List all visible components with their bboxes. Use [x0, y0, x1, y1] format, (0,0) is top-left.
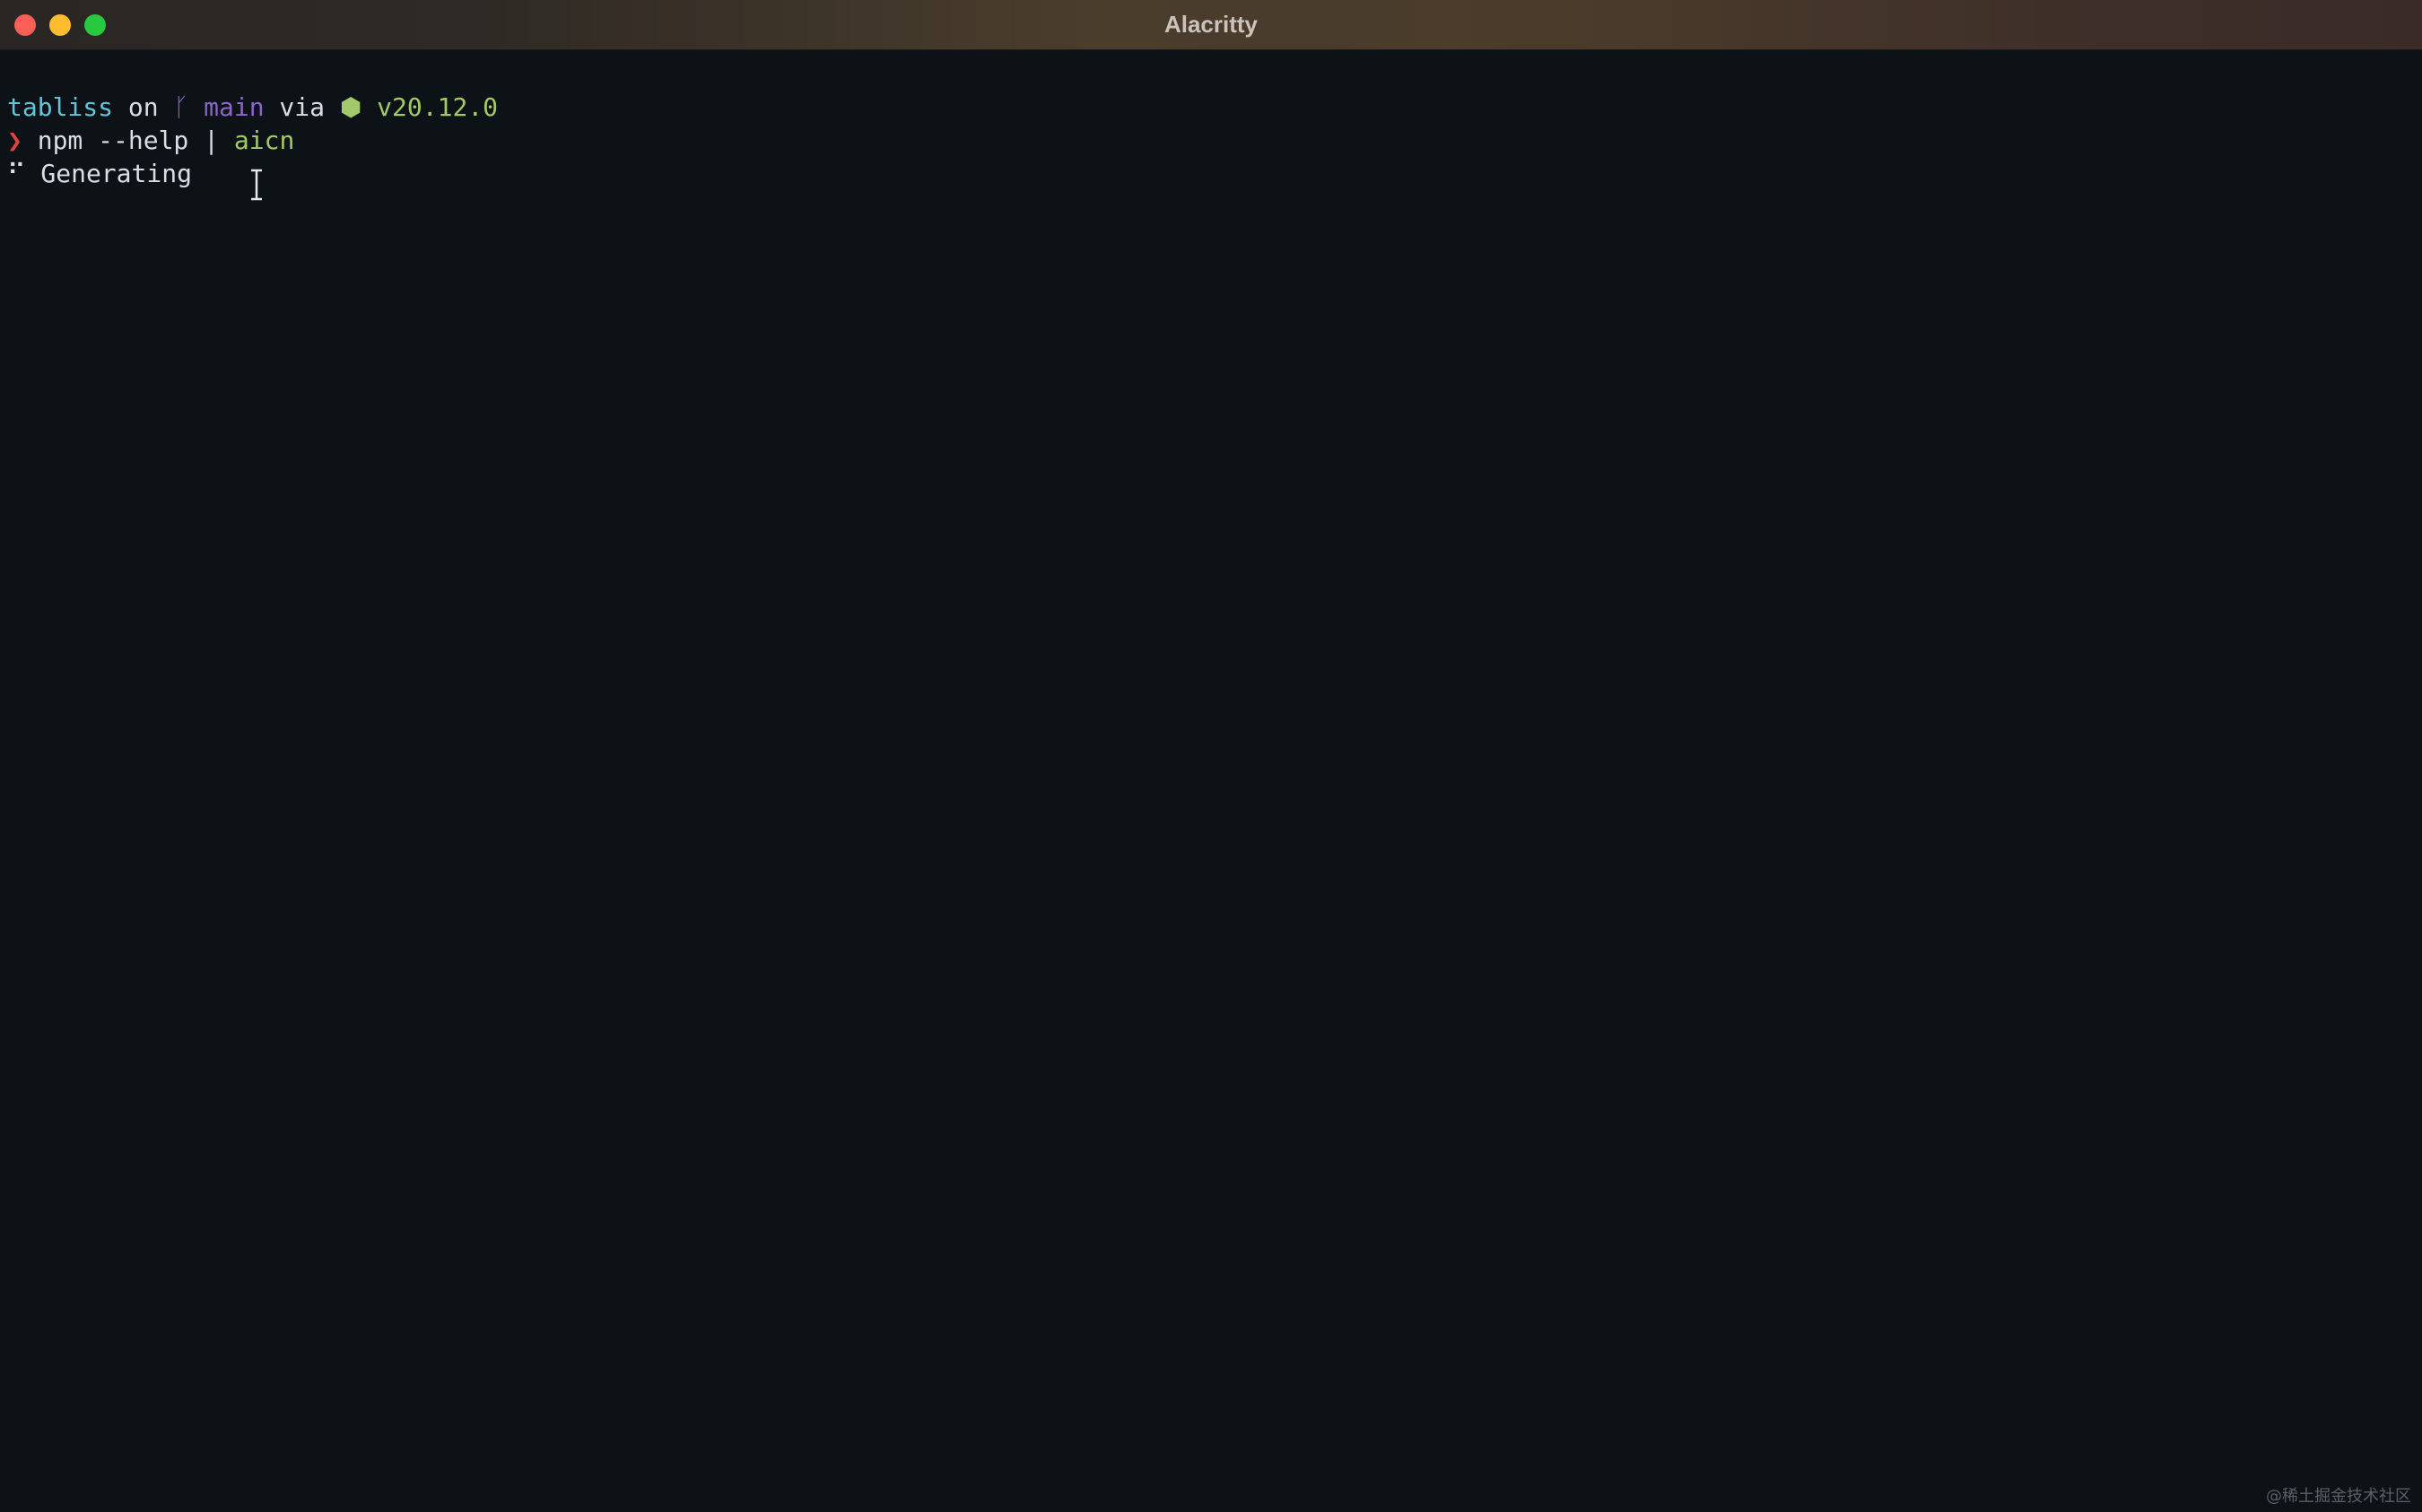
spinner-icon: ⠋ [7, 159, 26, 188]
command-text: npm --help | [37, 126, 234, 155]
prompt-on-text: on [113, 92, 174, 122]
pipe-target: aicn [233, 126, 295, 155]
terminal-content[interactable]: tabliss on ᚴ main via ⬢ v20.12.0 ❯ npm -… [0, 50, 2422, 1512]
status-line: ⠋ Generating [7, 158, 192, 190]
terminal-window: Alacritty tabliss on ᚴ main via ⬢ v20.12… [0, 0, 2422, 1512]
window-title: Alacritty [1163, 11, 1259, 38]
watermark-text: @稀土掘金技术社区 [2266, 1487, 2411, 1506]
status-text: Generating [40, 159, 192, 188]
prompt-directory: tabliss [7, 92, 114, 122]
git-branch-icon: ᚴ [173, 92, 189, 122]
prompt-char: ❯ [7, 126, 22, 155]
prompt-line: tabliss on ᚴ main via ⬢ v20.12.0 [7, 91, 498, 124]
ibeam-cursor-icon [251, 169, 262, 201]
prompt-branch: main [204, 92, 265, 122]
prompt-node-version: v20.12.0 [377, 92, 499, 122]
prompt-via-text: via [264, 92, 340, 122]
command-line: ❯ npm --help | aicn [7, 125, 294, 157]
node-icon: ⬢ [339, 92, 362, 122]
title-bar[interactable]: Alacritty [0, 0, 2422, 50]
